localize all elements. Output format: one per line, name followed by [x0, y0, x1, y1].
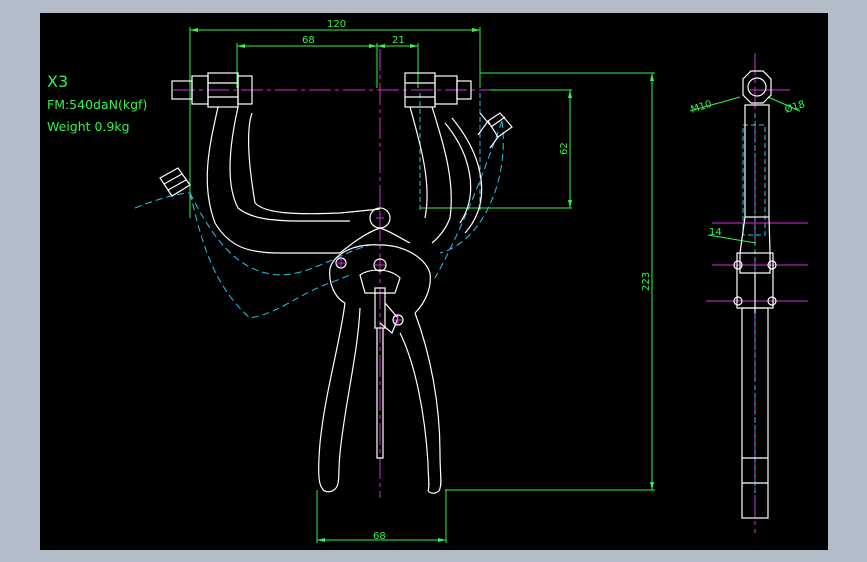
dim-68-bottom: 68	[373, 531, 386, 542]
clamp-outline	[159, 70, 774, 519]
alternate-position	[134, 93, 766, 493]
center-lines	[173, 49, 808, 533]
dim-m10: M10	[690, 99, 714, 116]
drawing-canvas: X3 FM:540daN(kgf) Weight 0.9kg 120 68 21…	[47, 19, 808, 543]
dim-68-top: 68	[302, 35, 315, 46]
dim-14: 14	[709, 227, 722, 238]
dimension-arrows	[190, 28, 654, 542]
pivot-pins	[335, 257, 777, 326]
dim-dia18: Ø18	[783, 98, 806, 116]
cad-viewport[interactable]: X3 FM:540daN(kgf) Weight 0.9kg 120 68 21…	[40, 13, 828, 550]
dim-120: 120	[327, 19, 346, 30]
dim-62: 62	[559, 142, 570, 155]
part-name: X3	[47, 72, 68, 91]
dim-21: 21	[392, 35, 405, 46]
force-note: FM:540daN(kgf)	[47, 97, 147, 112]
dim-223: 223	[641, 272, 652, 291]
weight-note: Weight 0.9kg	[47, 119, 130, 134]
pin-centers	[336, 214, 402, 324]
